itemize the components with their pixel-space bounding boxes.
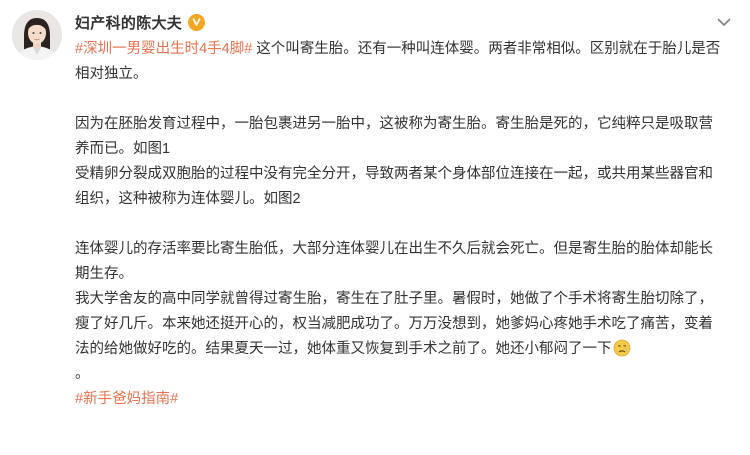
verified-badge-icon: [188, 13, 206, 31]
avatar[interactable]: [12, 10, 62, 60]
author-name[interactable]: 妇产科的陈大夫: [75, 12, 182, 33]
chevron-down-icon[interactable]: [716, 14, 732, 30]
paragraph-parasitic-twin: 因为在胚胎发育过程中，一胎包裹进另一胎中，这被称为寄生胎。寄生胎是死的，它纯粹只…: [75, 116, 713, 157]
paragraph-anecdote-end: 。: [75, 366, 90, 382]
author-row: 妇产科的陈大夫: [75, 11, 206, 33]
paragraph-conjoined-twin: 受精卵分裂成双胞胎的过程中没有完全分开，导致两者某个身体部位连接在一起，或共用某…: [75, 166, 713, 207]
paragraph-intro: #深圳一男婴出生时4手4脚# 这个叫寄生胎。还有一种叫连体婴。两者非常相似。区别…: [75, 37, 727, 87]
paragraph-anecdote: 我大学舍友的高中同学就曾得过寄生胎，寄生在了肚子里。暑假时，她做了个手术将寄生胎…: [75, 287, 727, 387]
footer-hashtag-link[interactable]: #新手爸妈指南#: [75, 391, 178, 407]
paragraph-footer: #新手爸妈指南#: [75, 387, 727, 412]
avatar-image: [12, 10, 62, 60]
paragraph-survival-rate: 连体婴儿的存活率要比寄生胎低，大部分连体婴儿在出生不久后就会死亡。但是寄生胎的胎…: [75, 241, 713, 282]
weibo-post: 妇产科的陈大夫 #深圳一男婴出生时4手4脚# 这个叫寄生胎。还有一种叫连体婴。两…: [0, 0, 750, 455]
post-content: #深圳一男婴出生时4手4脚# 这个叫寄生胎。还有一种叫连体婴。两者非常相似。区别…: [75, 37, 727, 412]
topic-hashtag-link[interactable]: #深圳一男婴出生时4手4脚#: [75, 41, 252, 57]
sad-face-emoji-icon: [613, 339, 631, 357]
